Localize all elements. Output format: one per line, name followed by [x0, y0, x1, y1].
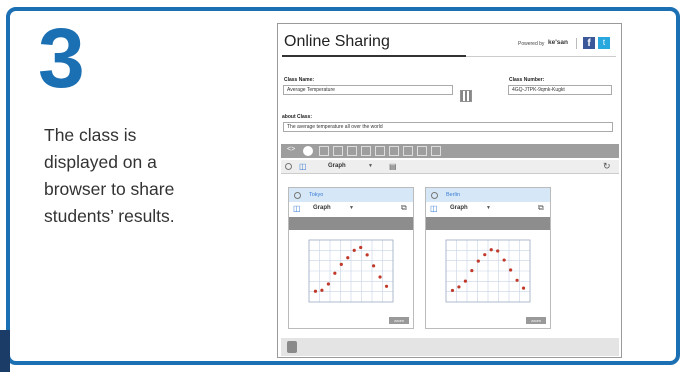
- grid-icon[interactable]: ▤: [389, 163, 397, 171]
- about-class-label: about Class:: [282, 114, 313, 120]
- data-point: [496, 249, 500, 253]
- line-chart-icon[interactable]: [347, 146, 357, 156]
- data-point: [326, 282, 330, 286]
- graph-select[interactable]: Graph: [328, 163, 346, 169]
- data-point: [365, 253, 369, 257]
- refresh-icon[interactable]: ↻: [603, 162, 611, 171]
- zoom-button[interactable]: zoom: [526, 317, 546, 324]
- data-point: [320, 288, 324, 292]
- data-point: [359, 245, 363, 250]
- header-divider: [466, 56, 616, 57]
- about-class-field[interactable]: The average temperature all over the wor…: [283, 122, 613, 132]
- panel-header: Berlin: [426, 188, 550, 202]
- graph-icon[interactable]: ◫: [299, 163, 307, 171]
- code-icon[interactable]: <>: [287, 146, 297, 156]
- class-name-field[interactable]: Average Temperature: [283, 85, 453, 95]
- description-line: The class is: [44, 125, 137, 145]
- chart-tokyo: [308, 239, 394, 303]
- line-chart-icon[interactable]: [333, 146, 343, 156]
- record-icon[interactable]: [303, 146, 313, 156]
- graph-icon[interactable]: ◫: [293, 205, 301, 213]
- panel-chart-toolbar: [426, 217, 550, 230]
- data-point: [521, 286, 526, 290]
- chevron-down-icon[interactable]: ▼: [349, 205, 354, 211]
- line-chart-icon[interactable]: [389, 146, 399, 156]
- description-line: displayed on a: [44, 152, 157, 172]
- chart-type-toolbar: <>: [281, 144, 619, 158]
- title-underline: [282, 55, 466, 57]
- data-point: [457, 285, 461, 289]
- line-chart-icon[interactable]: [375, 146, 385, 156]
- header-separator: [576, 38, 577, 49]
- result-panel-tokyo: Tokyo ◫ Graph ▼ ⧉ zoom: [288, 187, 414, 329]
- class-name-label: Class Name:: [284, 77, 315, 83]
- data-point: [450, 288, 455, 293]
- select-circle-icon[interactable]: [294, 192, 301, 199]
- step-number: 3: [38, 11, 85, 105]
- chevron-down-icon[interactable]: ▼: [368, 163, 373, 169]
- facebook-icon[interactable]: f: [583, 37, 595, 49]
- description-line: students’ results.: [44, 206, 175, 226]
- line-chart-icon[interactable]: [403, 146, 413, 156]
- panel-chart-toolbar: [289, 217, 413, 230]
- brand-logo: ke'san: [548, 39, 568, 46]
- data-point: [483, 253, 487, 257]
- footer-bar: [281, 338, 619, 356]
- panel-city: Berlin: [446, 192, 461, 198]
- class-number-field[interactable]: 4GQ-JTPK-9qmk-Kugkt: [508, 85, 612, 95]
- powered-by-label: Powered by: [518, 41, 545, 47]
- chart-berlin: [445, 239, 531, 303]
- data-point: [509, 268, 513, 272]
- line-chart-icon[interactable]: [417, 146, 427, 156]
- data-point: [372, 264, 376, 268]
- qr-code-icon[interactable]: [460, 90, 472, 102]
- data-point: [333, 271, 337, 275]
- line-chart-icon[interactable]: [361, 146, 371, 156]
- data-point: [313, 289, 318, 293]
- zoom-button[interactable]: zoom: [389, 317, 409, 324]
- browser-screenshot: Online Sharing Powered by ke'san f t Cla…: [277, 23, 622, 358]
- data-point: [515, 278, 519, 282]
- panel-city: Tokyo: [309, 192, 324, 198]
- expand-icon[interactable]: ⧉: [401, 204, 407, 212]
- twitter-icon[interactable]: t: [598, 37, 610, 49]
- corner-accent: [0, 330, 10, 372]
- select-circle-icon[interactable]: [431, 192, 438, 199]
- bar-chart-icon[interactable]: [319, 146, 329, 156]
- chevron-down-icon[interactable]: ▼: [486, 205, 491, 211]
- toggle-circle-icon[interactable]: [285, 163, 292, 170]
- data-point: [378, 275, 382, 279]
- data-point: [346, 256, 350, 260]
- app-title: Online Sharing: [284, 33, 390, 50]
- graph-options-bar: ◫ Graph ▼ ▤ ↻: [281, 160, 619, 174]
- data-point: [384, 284, 389, 288]
- line-chart-icon[interactable]: [431, 146, 441, 156]
- data-point: [352, 248, 356, 252]
- data-point: [463, 279, 467, 283]
- class-number-label: Class Number:: [509, 77, 545, 83]
- panel-graph-select[interactable]: Graph: [313, 205, 331, 211]
- document-icon[interactable]: [287, 341, 297, 353]
- data-point: [470, 268, 474, 273]
- data-point: [489, 248, 493, 252]
- step-description: The class is displayed on a browser to s…: [44, 122, 244, 230]
- data-point: [476, 259, 480, 263]
- graph-icon[interactable]: ◫: [430, 205, 438, 213]
- data-point: [339, 262, 343, 266]
- panel-graph-select[interactable]: Graph: [450, 205, 468, 211]
- result-panel-berlin: Berlin ◫ Graph ▼ ⧉ zoom: [425, 187, 551, 329]
- panel-header: Tokyo: [289, 188, 413, 202]
- data-point: [502, 258, 506, 262]
- expand-icon[interactable]: ⧉: [538, 204, 544, 212]
- description-line: browser to share: [44, 179, 175, 199]
